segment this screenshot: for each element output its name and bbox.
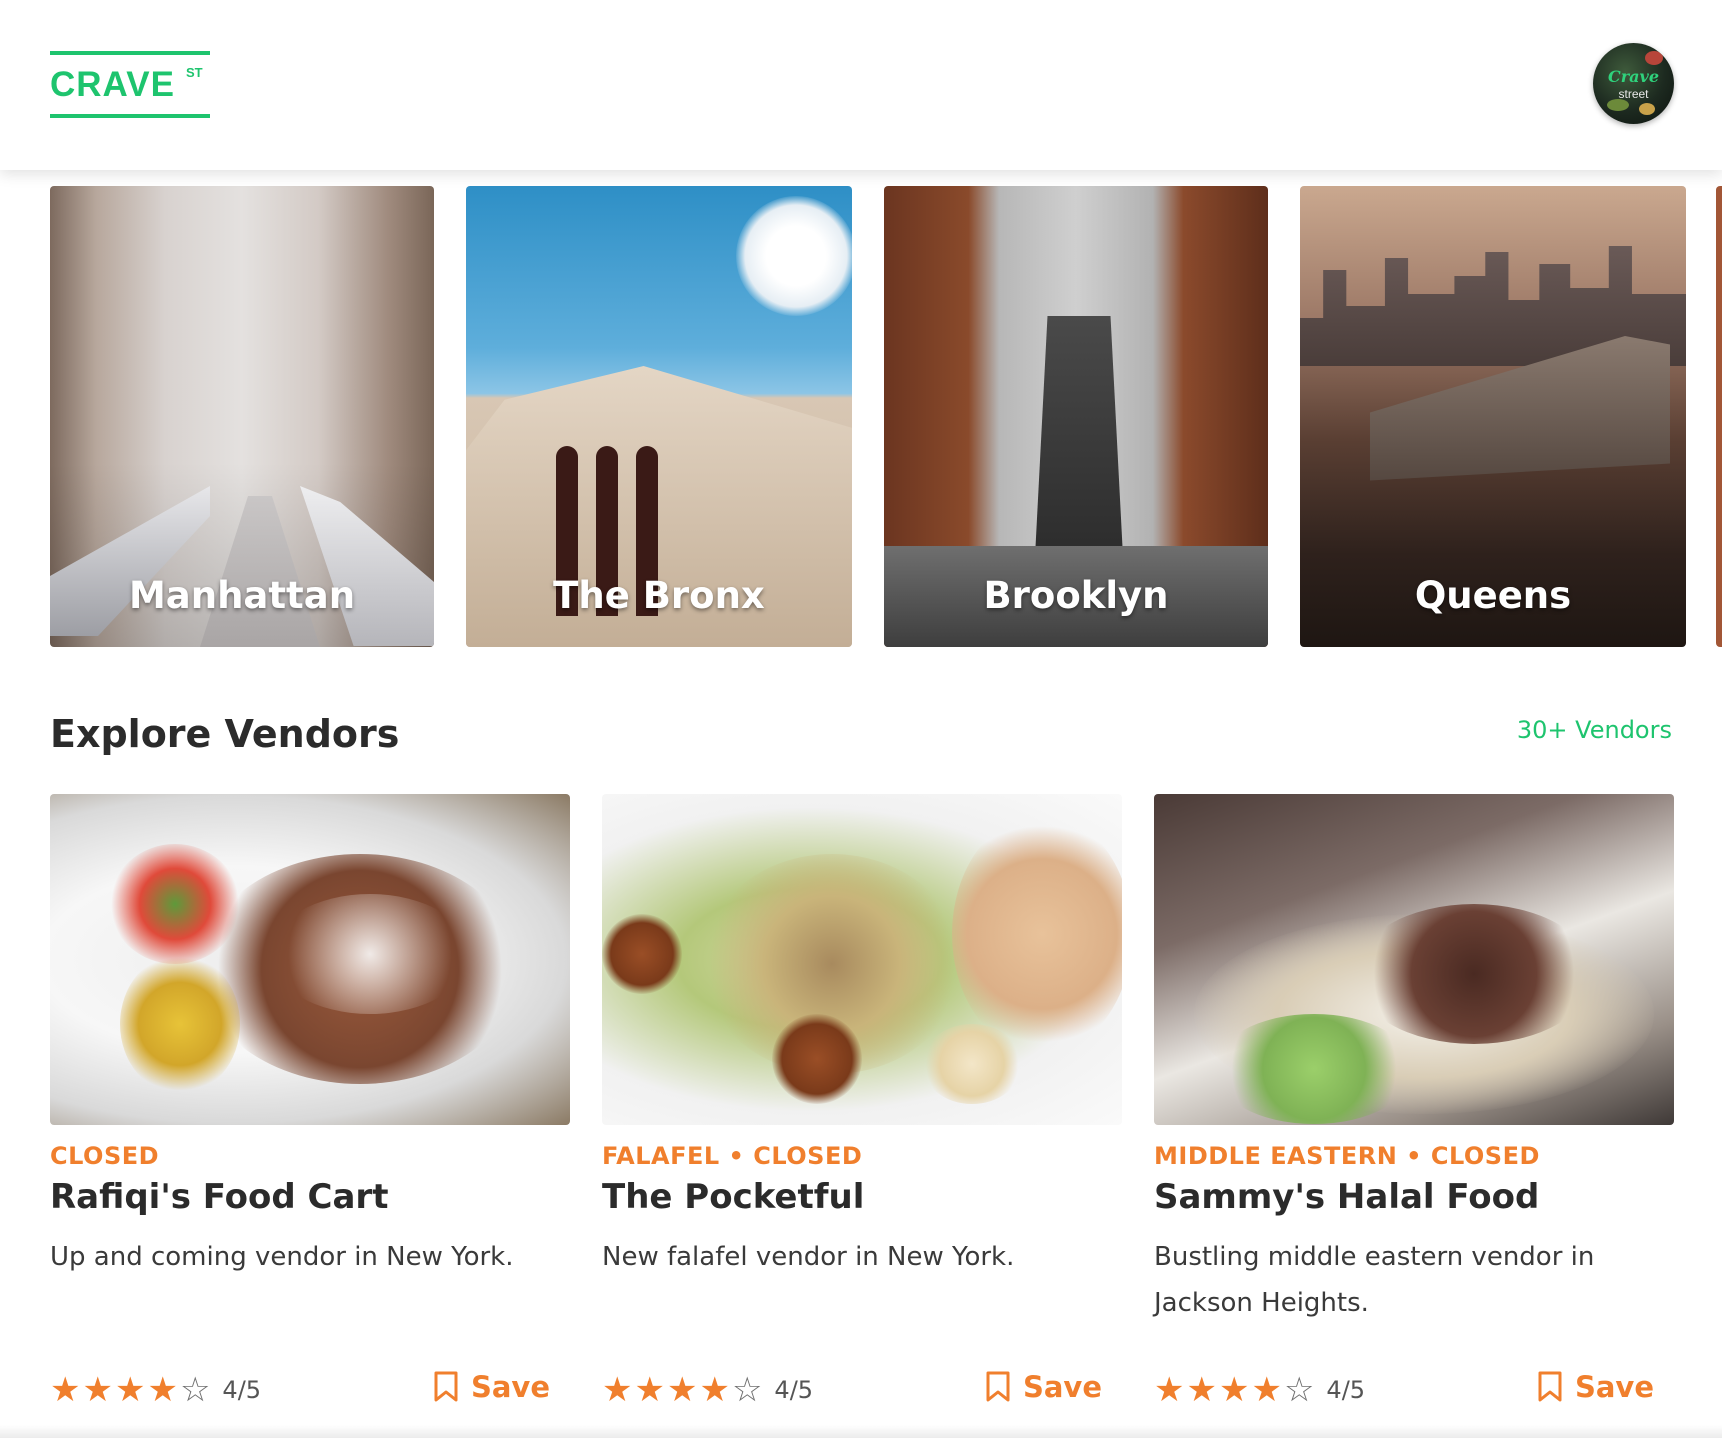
star-rating: ★ ★ ★ ★ ☆ 4/5: [50, 1370, 262, 1410]
star-filled-icon: ★: [50, 1370, 81, 1410]
save-label: Save: [1574, 1370, 1654, 1404]
rating-text: 4/5: [1326, 1376, 1366, 1404]
food-shape: [110, 844, 240, 964]
food-shape: [1214, 1014, 1414, 1124]
star-filled-icon: ★: [1218, 1370, 1250, 1410]
user-avatar[interactable]: Crave street: [1593, 43, 1674, 124]
food-shape: [1354, 904, 1594, 1044]
vendor-name[interactable]: Sammy's Halal Food: [1154, 1177, 1539, 1217]
borough-card-queens[interactable]: Queens: [1300, 186, 1686, 647]
avatar-subtext: street: [1618, 87, 1649, 101]
street-image-shape: [200, 496, 320, 647]
street-image-shape: [300, 486, 434, 646]
rating-text: 4/5: [222, 1376, 262, 1404]
bookmark-icon: [986, 1371, 1010, 1402]
save-button[interactable]: Save: [1537, 1370, 1654, 1404]
vendor-name[interactable]: The Pocketful: [602, 1177, 864, 1217]
vendor-description: Bustling middle eastern vendor in Jackso…: [1154, 1242, 1595, 1318]
star-empty-icon: ☆: [731, 1370, 763, 1410]
star-filled-icon: ★: [114, 1370, 146, 1410]
star-filled-icon: ★: [666, 1370, 698, 1410]
star-filled-icon: ★: [634, 1370, 665, 1410]
star-empty-icon: ☆: [179, 1370, 211, 1410]
vendors-count-link[interactable]: 30+ Vendors: [1517, 716, 1672, 744]
borough-label: Brooklyn: [983, 574, 1169, 617]
section-title: Explore Vendors: [50, 712, 400, 756]
star-filled-icon: ★: [1186, 1370, 1217, 1410]
rating-text: 4/5: [774, 1376, 814, 1404]
star-filled-icon: ★: [1154, 1370, 1185, 1410]
save-button[interactable]: Save: [985, 1370, 1102, 1404]
top-header: CRAVE ST Crave street: [0, 0, 1722, 170]
avatar-decoration: [1645, 51, 1663, 65]
borough-label: The Bronx: [553, 574, 765, 617]
vendor-photo[interactable]: [602, 794, 1122, 1125]
save-label: Save: [1022, 1370, 1102, 1404]
star-filled-icon: ★: [1251, 1370, 1282, 1410]
vendor-status: FALAFEL • CLOSED: [602, 1142, 863, 1170]
vendor-name[interactable]: Rafiqi's Food Cart: [50, 1177, 388, 1217]
food-shape: [270, 894, 470, 1014]
vendor-status: CLOSED: [50, 1142, 160, 1170]
star-filled-icon: ★: [699, 1370, 730, 1410]
star-rating: ★ ★ ★ ★ ☆ 4/5: [602, 1370, 814, 1410]
vendor-description: Up and coming vendor in New York.: [50, 1242, 514, 1272]
bottom-shadow: [0, 1425, 1722, 1438]
avatar-text: Crave: [1607, 67, 1659, 86]
logo-superscript: ST: [186, 65, 203, 80]
save-button[interactable]: Save: [433, 1370, 550, 1404]
vendor-photo[interactable]: [1154, 794, 1674, 1125]
vendor-description: New falafel vendor in New York.: [602, 1242, 1015, 1272]
food-shape: [772, 1014, 862, 1104]
food-shape: [952, 814, 1122, 1054]
borough-card-brooklyn[interactable]: Brooklyn: [884, 186, 1268, 647]
avatar-decoration: [1639, 103, 1655, 115]
star-rating: ★ ★ ★ ★ ☆ 4/5: [1154, 1370, 1366, 1410]
food-shape: [602, 914, 682, 994]
borough-card-manhattan[interactable]: Manhattan: [50, 186, 434, 647]
bookmark-icon: [1538, 1371, 1562, 1402]
cloud-image-shape: [736, 196, 852, 316]
borough-label: Manhattan: [128, 574, 356, 617]
vendor-status: MIDDLE EASTERN • CLOSED: [1154, 1142, 1540, 1170]
crave-street-logo[interactable]: CRAVE ST: [50, 51, 210, 118]
vendor-photo[interactable]: [50, 794, 570, 1125]
star-filled-icon: ★: [602, 1370, 633, 1410]
bridge-image-shape: [1034, 316, 1124, 576]
star-filled-icon: ★: [82, 1370, 113, 1410]
food-shape: [120, 954, 240, 1094]
bookmark-icon: [434, 1371, 458, 1402]
borough-label: Queens: [1414, 574, 1572, 617]
next-borough-card-peek[interactable]: [1716, 186, 1722, 647]
food-shape: [922, 1024, 1022, 1104]
borough-card-the-bronx[interactable]: The Bronx: [466, 186, 852, 647]
star-filled-icon: ★: [147, 1370, 178, 1410]
logo-text: CRAVE: [50, 65, 175, 104]
star-empty-icon: ☆: [1283, 1370, 1315, 1410]
save-label: Save: [470, 1370, 550, 1404]
